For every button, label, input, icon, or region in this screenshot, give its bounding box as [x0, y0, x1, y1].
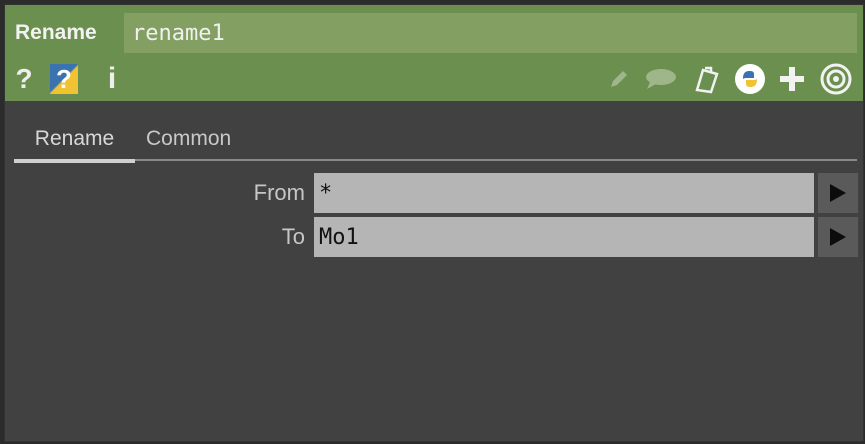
- parameter-panel: Rename ? ? i: [4, 4, 864, 442]
- viewer-icon[interactable]: [819, 63, 853, 95]
- tab-label: Common: [146, 127, 232, 150]
- param-row-from: From: [5, 173, 863, 213]
- info-icon[interactable]: i: [105, 62, 119, 95]
- operator-type-label: Rename: [15, 21, 97, 44]
- clone-icon[interactable]: [689, 63, 723, 95]
- python-icon[interactable]: [733, 63, 767, 95]
- operator-name-field[interactable]: [124, 13, 857, 53]
- help-icon[interactable]: ?: [13, 63, 35, 95]
- tab-rename[interactable]: Rename: [14, 121, 135, 163]
- page-tabs: Rename Common: [14, 121, 857, 163]
- param-row-to: To: [5, 217, 863, 257]
- from-field[interactable]: [314, 173, 814, 213]
- expand-arrow-button[interactable]: [818, 173, 858, 213]
- param-label-from: From: [253, 180, 305, 205]
- add-icon[interactable]: [777, 63, 807, 95]
- python-help-icon[interactable]: ?: [50, 64, 78, 94]
- active-tab-indicator: [14, 159, 135, 163]
- tabs-divider: [14, 159, 857, 161]
- expand-arrow-button[interactable]: [818, 217, 858, 257]
- comment-icon[interactable]: [643, 63, 679, 95]
- panel-header: Rename ? ? i: [5, 5, 863, 101]
- tab-common[interactable]: Common: [146, 121, 231, 161]
- to-field[interactable]: [314, 217, 814, 257]
- param-label-to: To: [281, 224, 305, 249]
- play-arrow-icon: [830, 228, 846, 246]
- edit-icon[interactable]: [605, 63, 633, 95]
- play-arrow-icon: [830, 184, 846, 202]
- tab-label: Rename: [34, 127, 115, 150]
